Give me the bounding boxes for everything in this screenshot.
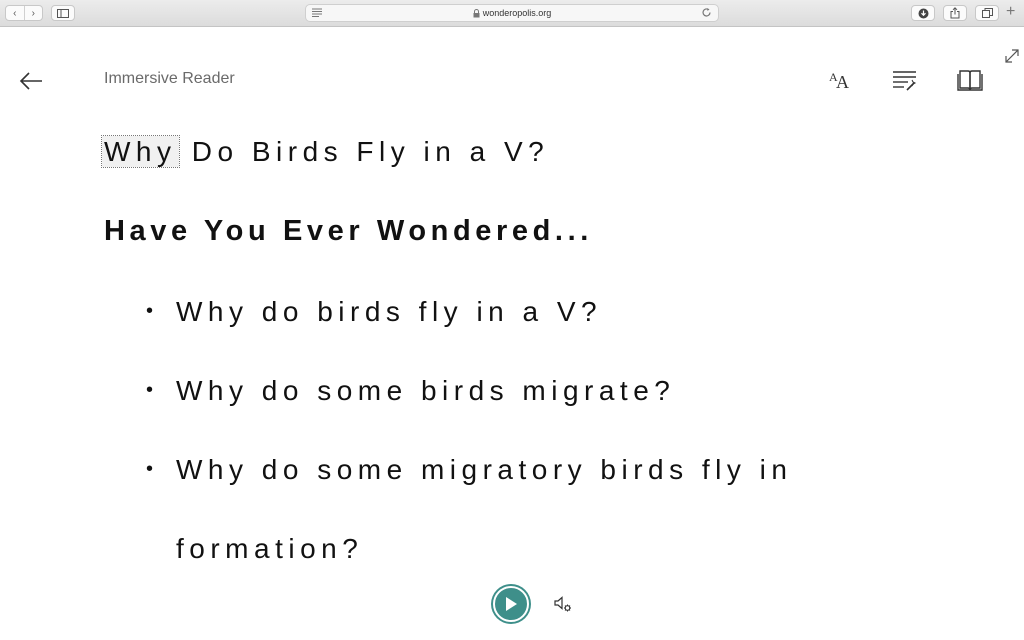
forward-nav-button[interactable]: › xyxy=(23,6,43,20)
share-button[interactable] xyxy=(943,5,967,21)
sidebar-icon xyxy=(57,8,69,18)
lock-icon xyxy=(473,8,480,17)
list-item[interactable]: Why do some migratory birds fly in forma… xyxy=(146,430,846,588)
share-icon xyxy=(950,7,960,19)
article-heading: Why Do Birds Fly in a V? xyxy=(101,135,550,168)
svg-text:A: A xyxy=(836,72,849,92)
browser-toolbar: ‹ › wonderopolis.org + xyxy=(0,0,1024,27)
back-arrow-icon[interactable] xyxy=(18,68,44,94)
speaker-gear-icon[interactable] xyxy=(553,594,573,614)
book-icon[interactable] xyxy=(956,66,984,94)
show-tabs-button[interactable] xyxy=(975,5,999,21)
expand-icon[interactable] xyxy=(1004,48,1020,64)
new-tab-icon[interactable]: + xyxy=(1006,3,1015,21)
highlighted-word[interactable]: Why xyxy=(101,135,180,168)
play-icon xyxy=(506,597,517,611)
app-title: Immersive Reader xyxy=(104,70,235,87)
reader-view-icon[interactable] xyxy=(312,8,322,17)
url-text: wonderopolis.org xyxy=(482,8,552,18)
question-list: Why do birds fly in a V? Why do some bir… xyxy=(146,272,846,588)
reload-icon[interactable] xyxy=(701,7,712,18)
grammar-options-icon[interactable] xyxy=(890,66,918,94)
sidebar-toggle-button[interactable] xyxy=(51,5,75,21)
play-button[interactable] xyxy=(493,586,529,622)
list-item[interactable]: Why do birds fly in a V? xyxy=(146,272,846,351)
section-subheading[interactable]: Have You Ever Wondered... xyxy=(104,215,593,248)
download-icon xyxy=(918,8,928,18)
heading-rest[interactable]: Do Birds Fly in a V? xyxy=(179,136,550,167)
back-nav-button[interactable]: ‹ xyxy=(6,6,24,20)
nav-buttons: ‹ › xyxy=(5,5,43,21)
downloads-button[interactable] xyxy=(911,5,935,21)
tabs-icon xyxy=(981,8,993,18)
text-size-icon[interactable]: A A xyxy=(826,66,854,94)
list-item[interactable]: Why do some birds migrate? xyxy=(146,351,846,430)
address-bar[interactable]: wonderopolis.org xyxy=(305,4,719,22)
